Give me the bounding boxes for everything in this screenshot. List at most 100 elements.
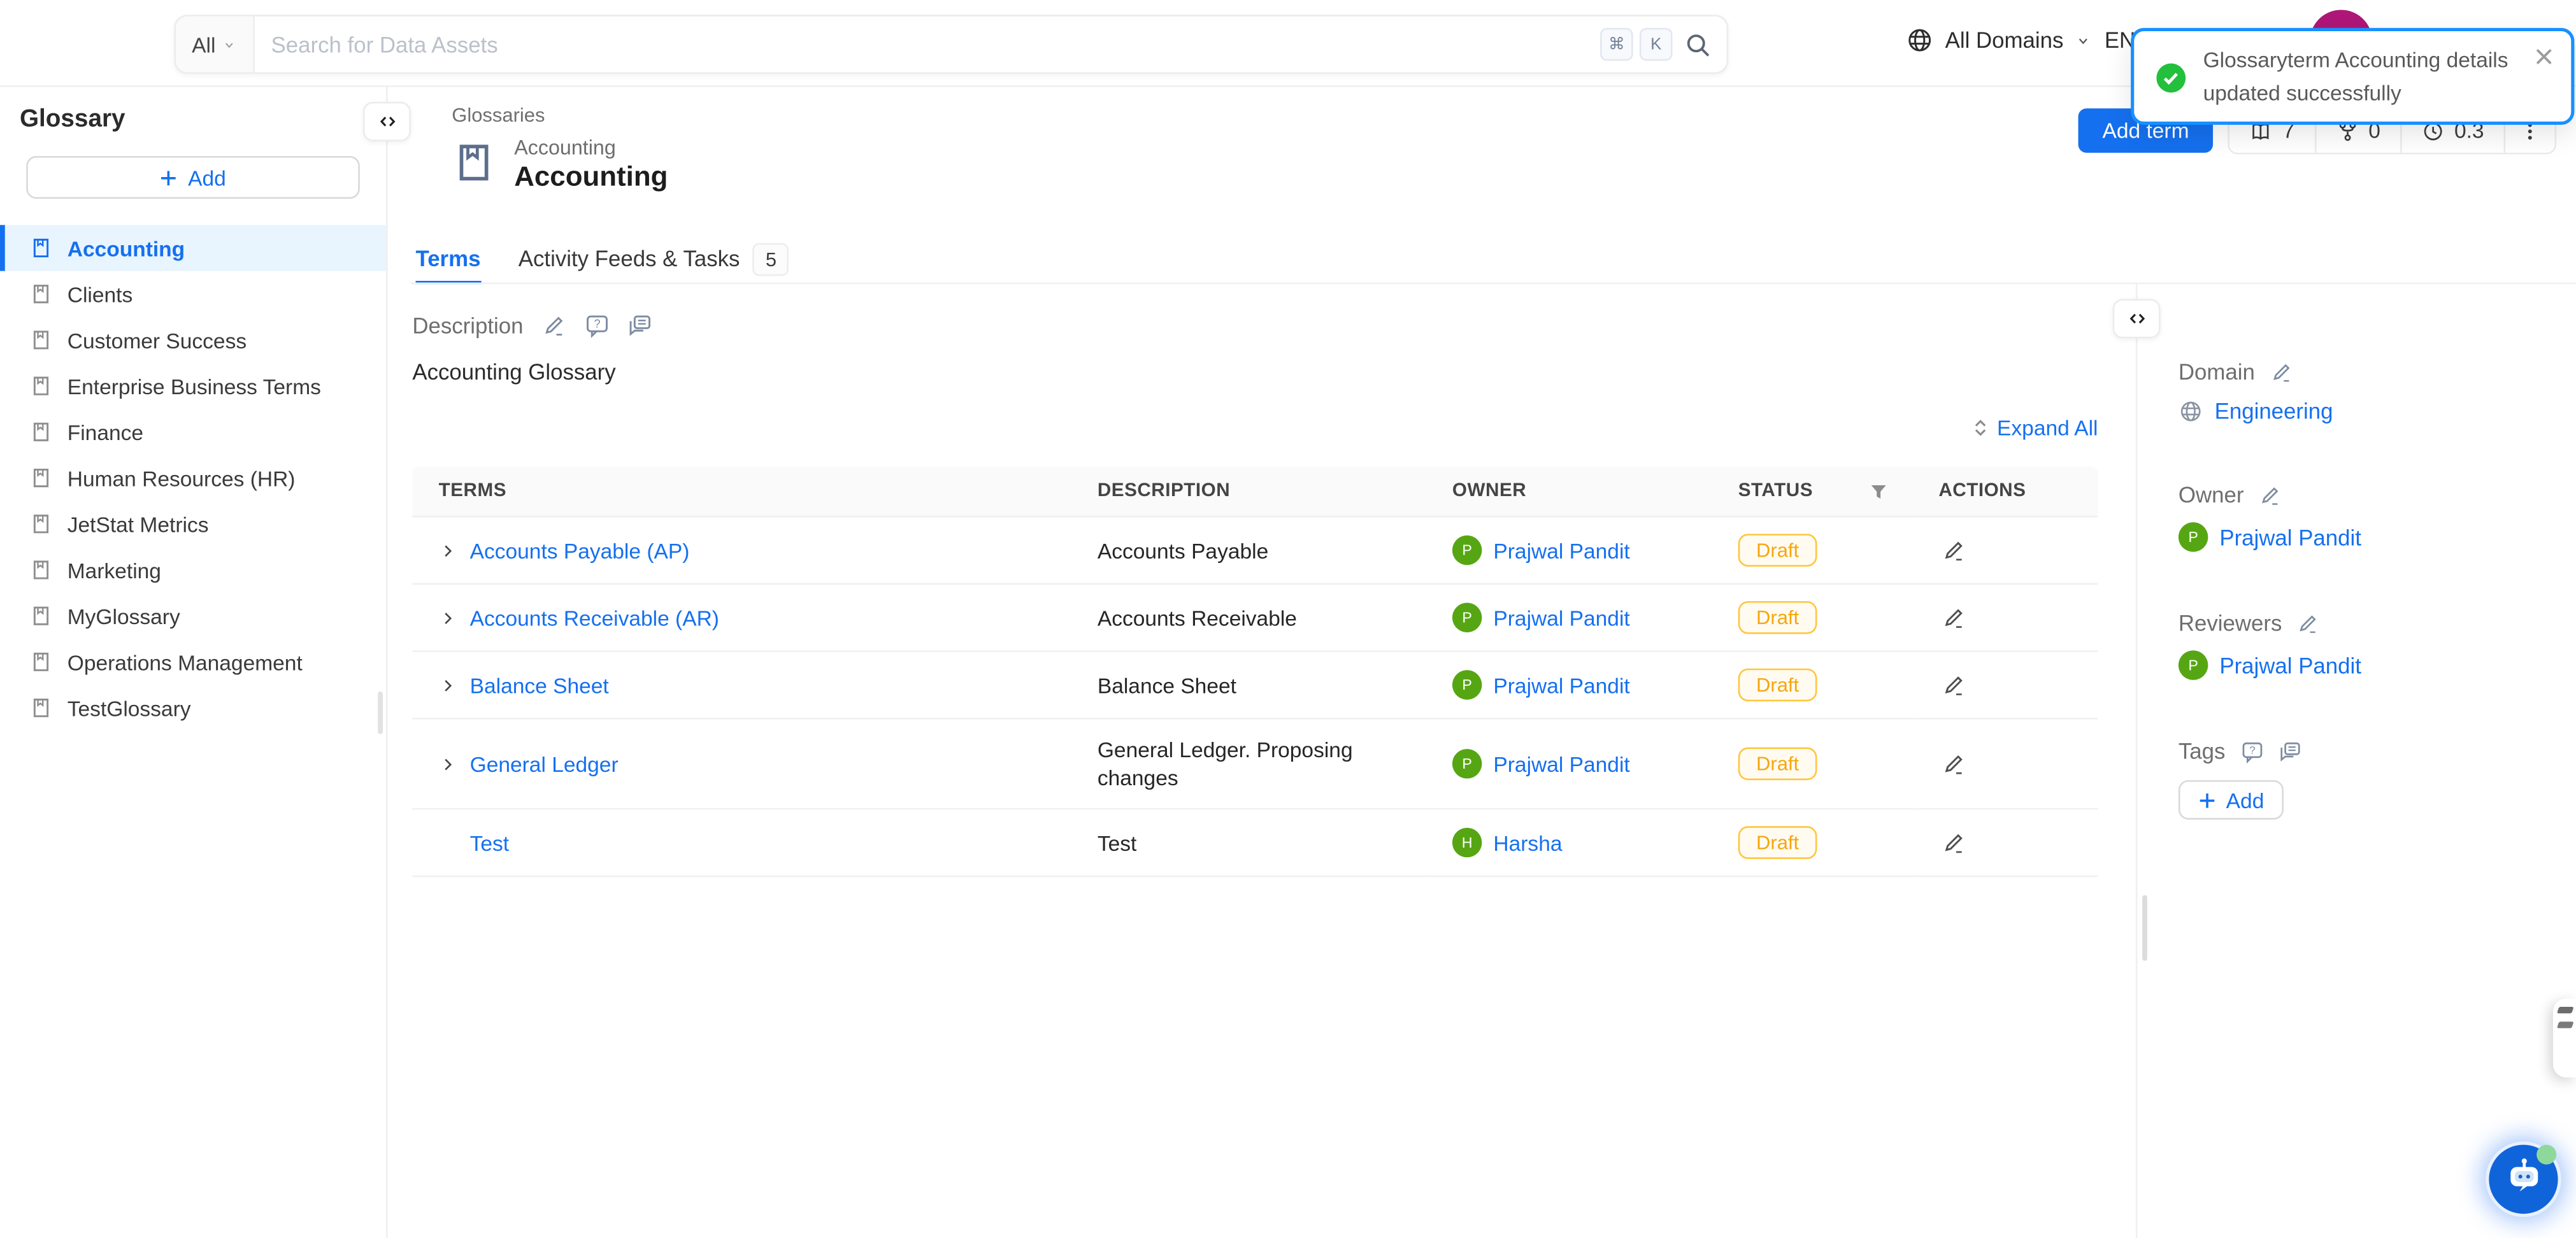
sidebar-item-jetstat-metrics[interactable]: JetStat Metrics	[0, 501, 386, 547]
sidebar-item-clients[interactable]: Clients	[0, 271, 386, 317]
status-badge: Draft	[1738, 534, 1817, 567]
book-icon	[29, 650, 52, 673]
sidebar-item-label: MyGlossary	[68, 604, 180, 629]
domain-link[interactable]: Engineering	[2215, 399, 2333, 424]
edit-term-icon[interactable]	[1942, 672, 1966, 697]
description-comments-icon[interactable]	[627, 314, 652, 339]
sidebar-collapse-button[interactable]	[363, 102, 411, 141]
edit-term-icon[interactable]	[1942, 605, 1966, 630]
global-search-bar[interactable]: All ⌘ K	[174, 15, 1728, 74]
owner-link[interactable]: Prajwal Pandit	[2219, 525, 2361, 550]
term-link[interactable]: Test	[470, 830, 509, 855]
status-badge: Draft	[1738, 747, 1817, 780]
sidebar-item-marketing[interactable]: Marketing	[0, 547, 386, 593]
edit-description-icon[interactable]	[541, 314, 566, 339]
globe-icon	[1906, 26, 1934, 54]
expand-collapse-icon	[1969, 417, 1991, 439]
plus-icon	[160, 168, 178, 186]
edit-term-icon[interactable]	[1942, 538, 1966, 563]
book-icon	[29, 329, 52, 352]
edge-widget-button[interactable]	[2553, 999, 2576, 1078]
expand-all-label: Expand All	[1997, 416, 2098, 441]
sidebar-item-enterprise-business-terms[interactable]: Enterprise Business Terms	[0, 363, 386, 409]
expand-row-icon[interactable]	[439, 676, 457, 694]
domain-section: Domain Engineering	[2179, 360, 2576, 424]
app-root: All ⌘ K All Domains EN Glossaryterm Acco…	[0, 0, 2576, 1238]
filter-icon[interactable]	[1868, 480, 1889, 502]
status-badge: Draft	[1738, 826, 1817, 859]
main-content: Glossaries Accounting Accounting Add ter…	[386, 85, 2576, 1238]
toast-notification: Glossaryterm Accounting details updated …	[2131, 28, 2574, 125]
right-panel-collapse-button[interactable]	[2113, 299, 2161, 338]
term-link[interactable]: Balance Sheet	[470, 672, 609, 697]
owner-avatar: P	[2179, 522, 2208, 551]
success-check-icon	[2156, 62, 2187, 94]
term-link[interactable]: Accounts Receivable (AR)	[470, 605, 719, 630]
owner-link[interactable]: Prajwal Pandit	[1493, 605, 1629, 630]
add-tag-button[interactable]: Add	[2179, 780, 2284, 820]
toast-close-button[interactable]	[2531, 45, 2556, 69]
breadcrumb-glossaries[interactable]: Glossaries	[452, 103, 545, 126]
owner-link[interactable]: Prajwal Pandit	[1493, 538, 1629, 563]
table-row: Balance Sheet Balance Sheet P Prajwal Pa…	[412, 651, 2098, 719]
expand-row-icon[interactable]	[439, 541, 457, 559]
owner-link[interactable]: Harsha	[1493, 830, 1562, 855]
plus-icon	[2198, 791, 2216, 809]
sidebar-item-accounting[interactable]: Accounting	[0, 225, 386, 271]
owner-link[interactable]: Prajwal Pandit	[1493, 672, 1629, 697]
details-panel: Domain Engineering Owner P Prajwal Pandi…	[2136, 284, 2576, 1238]
k-key-badge: K	[1640, 28, 1673, 61]
edit-owner-icon[interactable]	[2259, 484, 2282, 507]
chat-bot-button[interactable]	[2486, 1141, 2561, 1217]
search-icon[interactable]	[1684, 31, 1712, 59]
sidebar-scrollbar[interactable]	[378, 692, 383, 734]
globe-icon	[2179, 399, 2203, 424]
term-description: General Ledger. Proposing changes	[1098, 737, 1353, 790]
search-input[interactable]	[255, 32, 1600, 57]
search-category-dropdown[interactable]: All	[176, 17, 255, 73]
sidebar-title: Glossary	[20, 105, 125, 133]
add-glossary-button[interactable]: Add	[26, 156, 360, 199]
tab-terms[interactable]: Terms	[416, 236, 481, 281]
code-collapse-icon	[377, 111, 397, 131]
edit-domain-icon[interactable]	[2270, 360, 2293, 383]
expand-row-icon[interactable]	[439, 755, 457, 772]
term-link[interactable]: Accounts Payable (AP)	[470, 538, 690, 563]
sidebar-item-customer-success[interactable]: Customer Success	[0, 317, 386, 363]
request-tags-icon[interactable]	[2240, 740, 2263, 763]
reviewer-link[interactable]: Prajwal Pandit	[2219, 653, 2361, 678]
sidebar-item-label: Marketing	[68, 558, 161, 583]
book-icon	[29, 559, 52, 581]
add-glossary-label: Add	[188, 165, 226, 190]
sidebar-item-testglossary[interactable]: TestGlossary	[0, 685, 386, 730]
glossary-icon	[452, 136, 496, 189]
request-description-icon[interactable]	[584, 314, 609, 339]
sidebar-item-finance[interactable]: Finance	[0, 409, 386, 455]
domains-dropdown[interactable]: All Domains	[1906, 26, 2092, 54]
expand-row-icon[interactable]	[439, 609, 457, 627]
tags-comments-icon[interactable]	[2278, 740, 2301, 763]
table-header-row: TERMS DESCRIPTION OWNER STATUS ACTIONS	[412, 466, 2098, 516]
domain-label: Domain	[2179, 360, 2255, 385]
entity-header: Accounting Accounting	[452, 136, 668, 194]
sidebar-item-label: Clients	[68, 281, 133, 306]
expand-all-button[interactable]: Expand All	[1969, 416, 2098, 441]
edit-reviewers-icon[interactable]	[2297, 612, 2320, 635]
description-text: Accounting Glossary	[412, 360, 2098, 385]
sidebar-item-myglossary[interactable]: MyGlossary	[0, 593, 386, 639]
sidebar-item-label: Customer Success	[68, 328, 247, 353]
sidebar-item-human-resources[interactable]: Human Resources (HR)	[0, 455, 386, 501]
book-icon	[29, 374, 52, 397]
col-terms: TERMS	[412, 466, 1071, 516]
term-link[interactable]: General Ledger	[470, 751, 619, 776]
owner-link[interactable]: Prajwal Pandit	[1493, 751, 1629, 776]
owner-label: Owner	[2179, 483, 2244, 508]
edit-term-icon[interactable]	[1942, 830, 1966, 855]
tab-activity-feeds[interactable]: Activity Feeds & Tasks 5	[519, 236, 789, 281]
panel-scrollbar[interactable]	[2142, 895, 2147, 961]
book-icon	[29, 466, 52, 489]
edit-term-icon[interactable]	[1942, 751, 1966, 776]
breadcrumb[interactable]: Glossaries	[452, 103, 545, 126]
col-actions: ACTIONS	[1915, 466, 2098, 516]
sidebar-item-operations-management[interactable]: Operations Management	[0, 639, 386, 685]
